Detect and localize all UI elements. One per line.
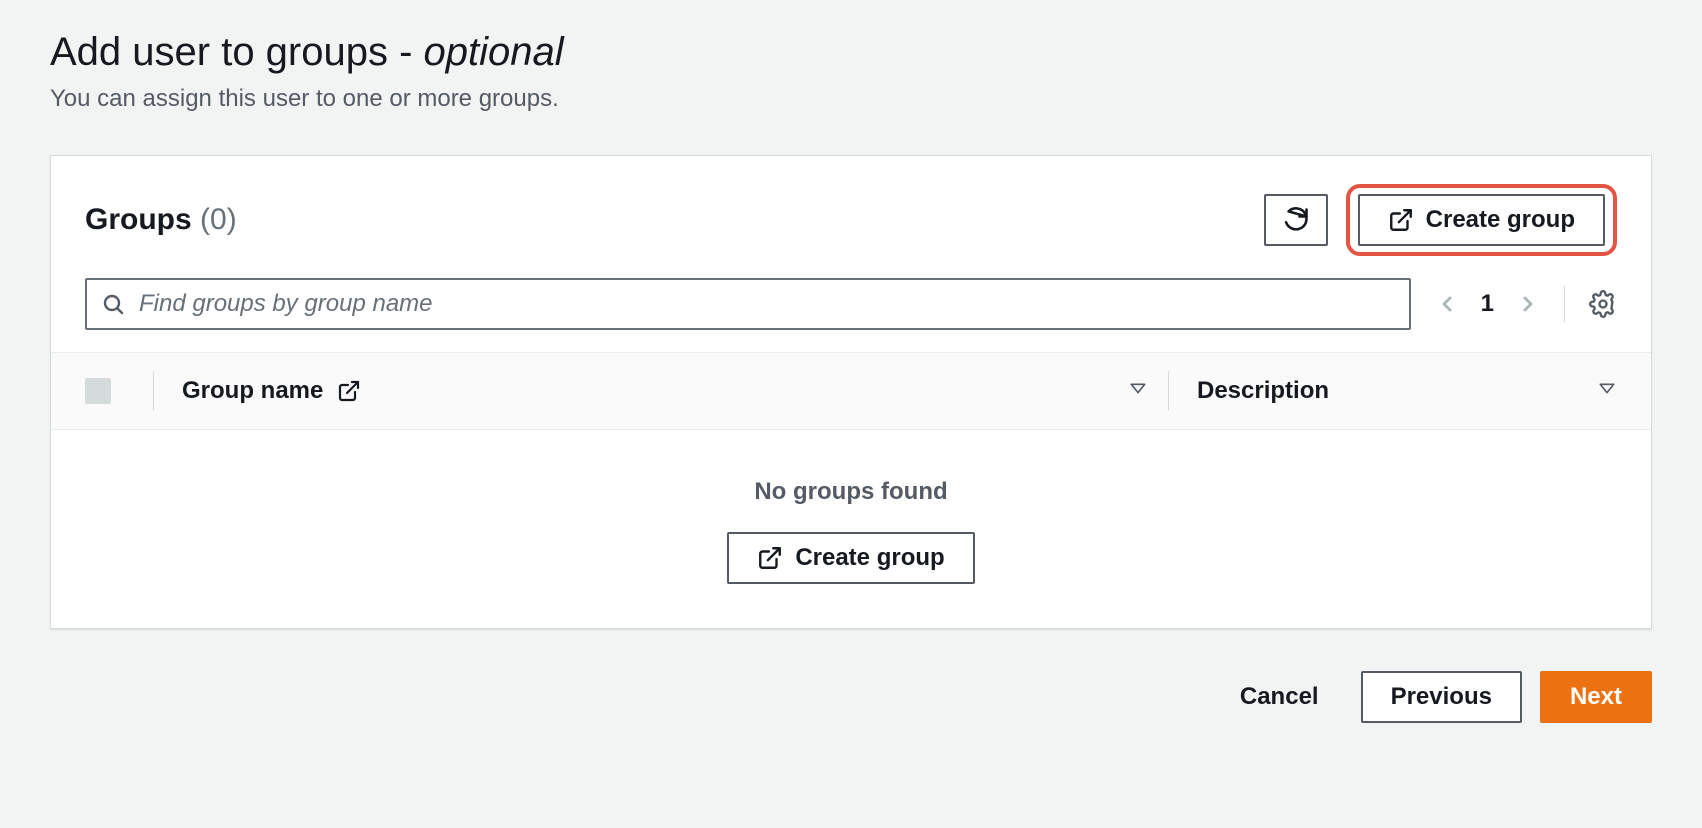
external-link-icon xyxy=(1388,207,1414,233)
panel-count: (0) xyxy=(200,203,237,236)
pagination-next[interactable] xyxy=(1516,292,1540,316)
column-group-name-label: Group name xyxy=(182,377,323,405)
chevron-left-icon xyxy=(1435,292,1459,316)
page-title-separator: - xyxy=(388,30,424,74)
select-all-cell xyxy=(85,378,153,404)
sort-description[interactable] xyxy=(1597,381,1617,401)
search-input[interactable] xyxy=(139,290,1395,318)
page-number: 1 xyxy=(1481,290,1494,318)
column-description[interactable]: Description xyxy=(1197,377,1617,405)
settings-button[interactable] xyxy=(1589,290,1617,318)
table-header: Group name Description xyxy=(51,352,1651,430)
gear-icon xyxy=(1589,290,1617,318)
search-icon xyxy=(101,292,125,316)
column-divider xyxy=(153,371,154,411)
external-link-icon xyxy=(757,545,783,571)
chevron-right-icon xyxy=(1516,292,1540,316)
empty-create-group-label: Create group xyxy=(795,544,944,572)
toolbar-divider xyxy=(1564,286,1565,322)
cancel-button[interactable]: Cancel xyxy=(1216,669,1343,725)
create-group-highlight: Create group xyxy=(1346,184,1617,256)
panel-title-text: Groups xyxy=(85,203,192,236)
page-title: Add user to groups - optional xyxy=(50,30,1652,75)
refresh-icon xyxy=(1282,206,1310,234)
column-group-name[interactable]: Group name xyxy=(182,377,1168,405)
panel-actions: Create group xyxy=(1264,184,1617,256)
pagination: 1 xyxy=(1435,290,1540,318)
sort-icon xyxy=(1128,381,1148,401)
column-description-label: Description xyxy=(1197,377,1329,405)
page-subtitle: You can assign this user to one or more … xyxy=(50,85,1652,113)
sort-group-name[interactable] xyxy=(1128,381,1148,401)
empty-state-title: No groups found xyxy=(51,478,1651,506)
column-divider xyxy=(1168,371,1169,411)
external-link-icon xyxy=(337,379,361,403)
refresh-button[interactable] xyxy=(1264,194,1328,246)
empty-state: No groups found Create group xyxy=(51,430,1651,628)
search-container[interactable] xyxy=(85,278,1411,330)
pagination-prev[interactable] xyxy=(1435,292,1459,316)
create-group-button-label: Create group xyxy=(1426,206,1575,234)
select-all-checkbox[interactable] xyxy=(85,378,111,404)
wizard-footer: Cancel Previous Next xyxy=(50,669,1652,725)
page-title-suffix: optional xyxy=(424,30,564,74)
create-group-button[interactable]: Create group xyxy=(1358,194,1605,246)
sort-icon xyxy=(1597,381,1617,401)
next-button[interactable]: Next xyxy=(1540,671,1652,723)
panel-header: Groups (0) Create group xyxy=(51,156,1651,278)
page-title-prefix: Add user to groups xyxy=(50,30,388,74)
panel-toolbar: 1 xyxy=(51,278,1651,352)
previous-button[interactable]: Previous xyxy=(1361,671,1522,723)
groups-panel: Groups (0) Create group xyxy=(50,155,1652,629)
empty-create-group-button[interactable]: Create group xyxy=(727,532,974,584)
panel-title: Groups (0) xyxy=(85,203,237,237)
